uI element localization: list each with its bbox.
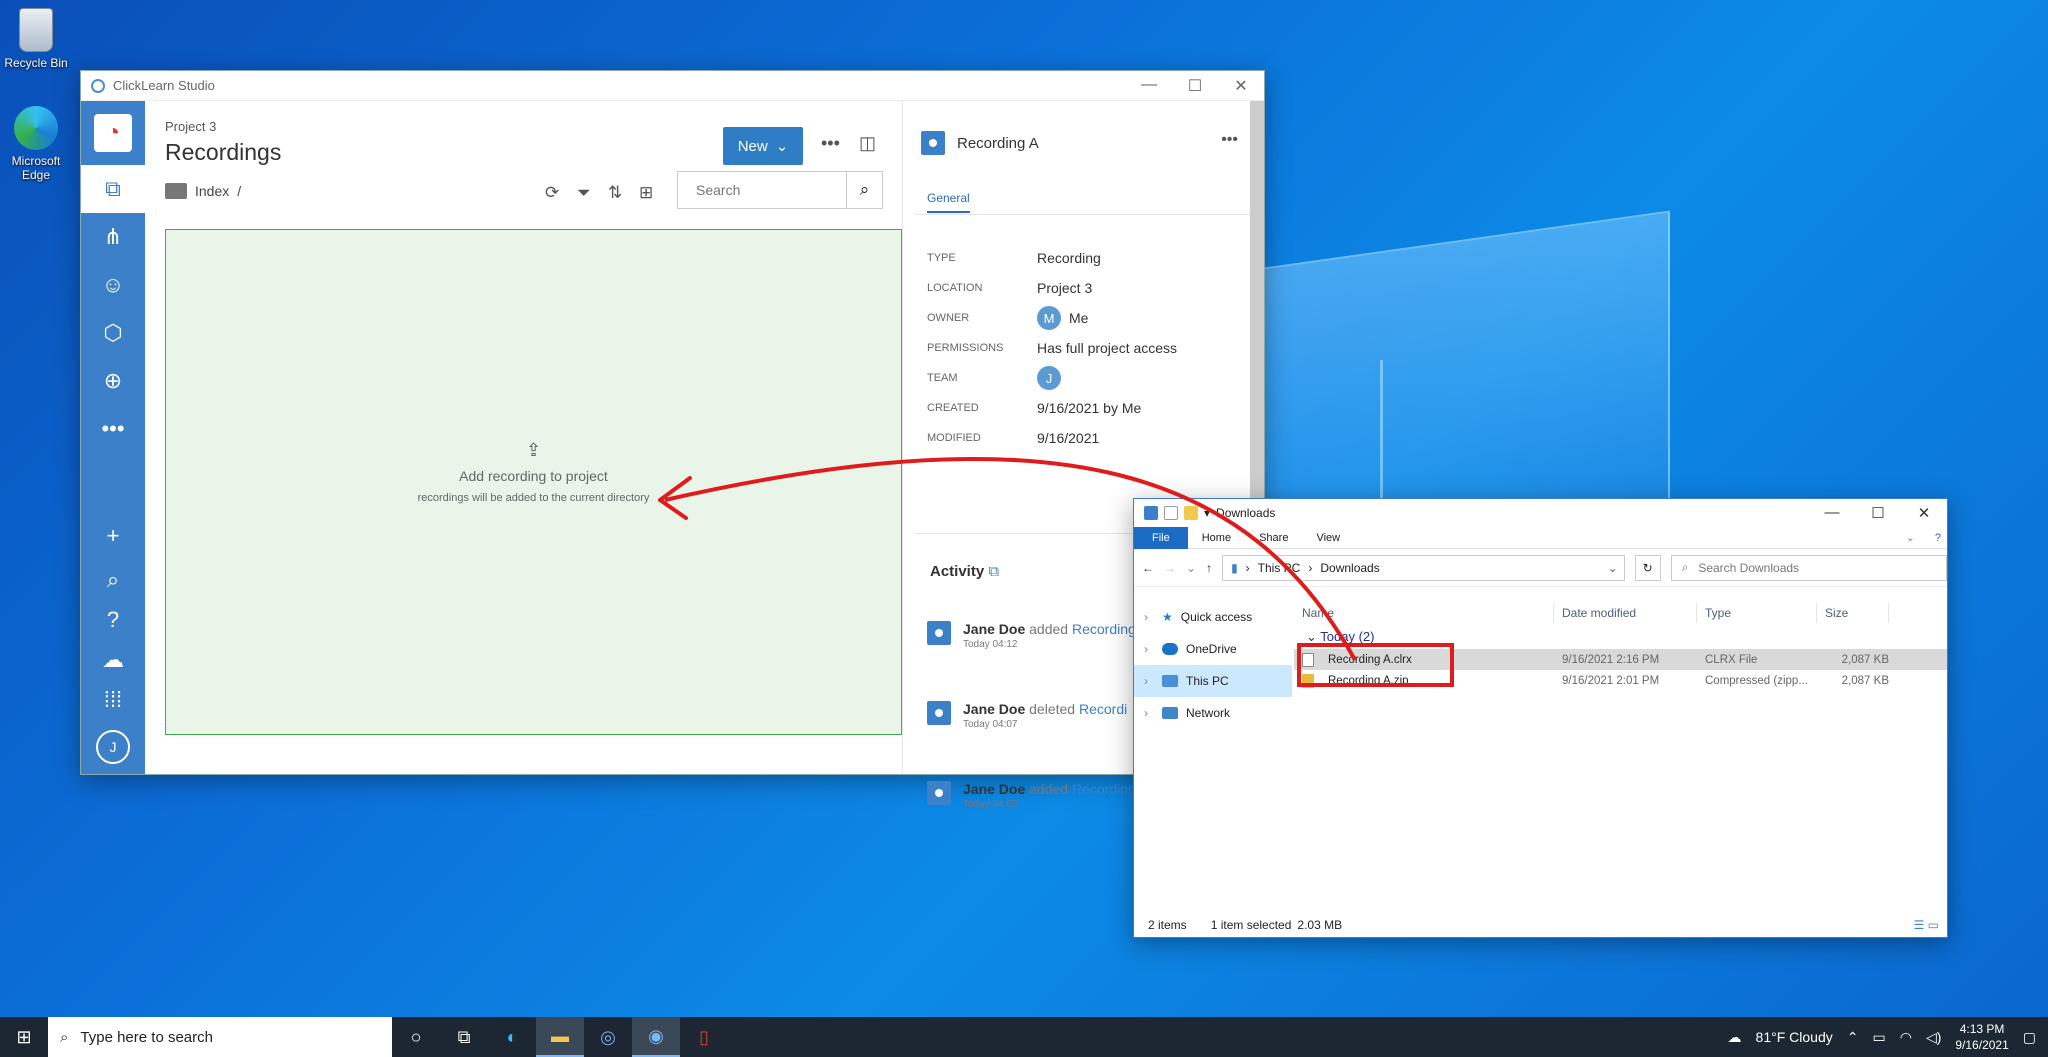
- weather-text[interactable]: 81°F Cloudy: [1756, 1029, 1833, 1045]
- office-icon: ▯: [699, 1026, 709, 1047]
- start-button[interactable]: ⊞: [0, 1017, 48, 1057]
- target-icon: ◎: [600, 1026, 616, 1047]
- windows-icon: ⊞: [16, 1026, 32, 1047]
- notification-icon[interactable]: ▢: [2023, 1029, 2036, 1046]
- taskbar-search-placeholder: Type here to search: [80, 1028, 213, 1046]
- battery-icon[interactable]: ▭: [1872, 1029, 1885, 1046]
- taskbar-office[interactable]: ▯: [680, 1017, 728, 1057]
- edge-icon: ◐: [506, 1026, 518, 1047]
- search-icon: ⌕: [60, 1028, 69, 1046]
- cortana-button[interactable]: ○: [392, 1017, 440, 1057]
- taskbar-edge[interactable]: ◐: [488, 1017, 536, 1057]
- chevron-up-icon[interactable]: ⌃: [1847, 1029, 1859, 1046]
- system-tray: ☁ 81°F Cloudy ⌃ ▭ ◠ ◁) 4:13 PM 9/16/2021…: [1728, 1021, 2048, 1053]
- network-icon[interactable]: ◠: [1900, 1029, 1912, 1046]
- circle-icon: ○: [410, 1026, 422, 1047]
- taskbar: ⊞ ⌕ Type here to search ○ ⧉ ◐ ▬ ◎ ◉ ▯ ☁ …: [0, 1017, 2048, 1057]
- volume-icon[interactable]: ◁): [1926, 1029, 1941, 1046]
- weather-icon: ☁: [1727, 1028, 1742, 1045]
- clock[interactable]: 4:13 PM 9/16/2021: [1955, 1021, 2008, 1053]
- task-view-button[interactable]: ⧉: [440, 1017, 488, 1057]
- clicklearn-icon: ◉: [648, 1025, 664, 1046]
- taskbar-clicklearn[interactable]: ◉: [632, 1017, 680, 1057]
- folder-icon: ▬: [551, 1025, 569, 1046]
- drag-arrow-annotation: [658, 456, 1357, 661]
- taskbar-search[interactable]: ⌕ Type here to search: [48, 1017, 392, 1057]
- taskbar-app-target[interactable]: ◎: [584, 1017, 632, 1057]
- task-view-icon: ⧉: [457, 1026, 471, 1047]
- taskbar-file-explorer[interactable]: ▬: [536, 1017, 584, 1057]
